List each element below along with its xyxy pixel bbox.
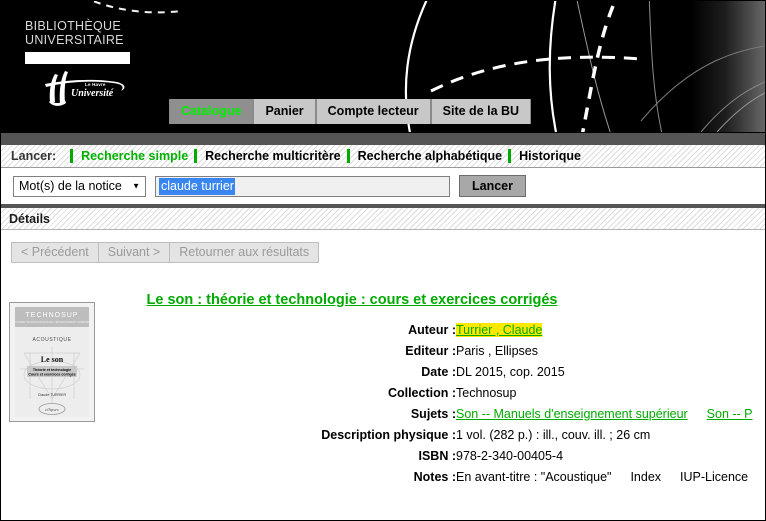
field-label-notes: Notes :	[413, 470, 456, 484]
field-row-sujets: Sujets : Son -- Manuels d'enseignement s…	[1, 404, 765, 425]
lancer-label: Lancer:	[11, 149, 57, 163]
svg-text:Le son: Le son	[41, 355, 64, 364]
author-link[interactable]: Turrier , Claude	[456, 323, 543, 337]
tab-site-bu[interactable]: Site de la BU	[430, 99, 532, 124]
field-row-date: Date : DL 2015, cop. 2015	[1, 362, 765, 383]
site-header: BIBLIOTHÈQUE UNIVERSITAIRE Le Havre Univ…	[1, 1, 765, 132]
field-value-isbn: 978-2-340-00405-4	[456, 449, 564, 463]
nav-wrap-historique: Historique	[508, 149, 581, 163]
details-title: Détails	[9, 211, 50, 226]
previous-button[interactable]: < Précédent	[11, 241, 99, 263]
chevron-down-icon: ▼	[132, 181, 140, 191]
record-detail: Le son : théorie et technologie : cours …	[1, 274, 765, 488]
details-section-header: Détails	[1, 208, 765, 230]
field-value-date: DL 2015, cop. 2015	[456, 365, 565, 379]
separator-bar-icon	[194, 149, 198, 163]
nav-wrap-recherche-multicritere: Recherche multicritère	[194, 149, 341, 163]
svg-text:LA FILIERE TECHNOLOGIQUE DE L': LA FILIERE TECHNOLOGIQUE DE L'ENSEIGNEME…	[12, 320, 93, 324]
note-3: IUP-Licence	[680, 470, 749, 484]
nav-wrap-recherche-simple: Recherche simple	[70, 149, 188, 163]
field-value-description-physique: 1 vol. (282 p.) : ill., couv. ill. ; 26 …	[456, 428, 651, 442]
separator-bar-icon	[508, 149, 512, 163]
search-field-select-value: Mot(s) de la notice	[19, 179, 122, 193]
search-mode-links: Recherche simple Recherche multicritère …	[70, 149, 587, 163]
logo-white-bar	[25, 52, 130, 64]
field-row-notes: Notes : En avant-titre : "Acoustique" In…	[1, 467, 765, 488]
svg-text:Cours et exercices corrigés: Cours et exercices corrigés	[28, 373, 75, 377]
record-title-link[interactable]: Le son : théorie et technologie : cours …	[1, 292, 765, 308]
field-row-isbn: ISBN : 978-2-340-00405-4	[1, 446, 765, 467]
field-row-editeur: Editeur : Paris , Ellipses	[1, 341, 765, 362]
logo-universite-text: Université	[71, 88, 114, 99]
subject-link-1[interactable]: Son -- Manuels d'enseignement supérieur	[456, 407, 688, 421]
logo-line-2: UNIVERSITAIRE	[25, 33, 124, 47]
nav-recherche-multicritere[interactable]: Recherche multicritère	[205, 149, 340, 163]
book-cover-thumbnail[interactable]: TECHNOSUP LA FILIERE TECHNOLOGIQUE DE L'…	[9, 302, 95, 422]
search-submit-button[interactable]: Lancer	[459, 175, 526, 197]
nav-recherche-simple[interactable]: Recherche simple	[81, 149, 188, 163]
search-form: Mot(s) de la notice ▼ claude turrier Lan…	[1, 168, 765, 208]
university-emblem: Le Havre Université	[25, 68, 140, 110]
tab-compte-lecteur[interactable]: Compte lecteur	[315, 99, 431, 124]
svg-text:Claude TURRIER: Claude TURRIER	[38, 393, 67, 397]
library-logo: BIBLIOTHÈQUE UNIVERSITAIRE Le Havre Univ…	[25, 19, 143, 110]
field-row-collection: Collection : Technosup	[1, 383, 765, 404]
next-button[interactable]: Suivant >	[97, 241, 171, 263]
nav-recherche-alphabetique[interactable]: Recherche alphabétique	[358, 149, 503, 163]
tab-panier[interactable]: Panier	[253, 99, 316, 124]
record-navigation-buttons: < Précédent Suivant > Retourner aux résu…	[1, 230, 765, 274]
svg-text:ellipses: ellipses	[45, 407, 59, 412]
subject-link-2[interactable]: Son -- P	[707, 407, 753, 421]
field-value-notes: En avant-titre : "Acoustique" Index IUP-…	[456, 467, 765, 488]
note-1: En avant-titre : "Acoustique"	[456, 470, 612, 484]
book-cover-image: TECHNOSUP LA FILIERE TECHNOLOGIQUE DE L'…	[10, 303, 94, 421]
logo-le-havre-text: Le Havre	[85, 82, 106, 87]
back-to-results-button[interactable]: Retourner aux résultats	[169, 241, 320, 263]
page-root: BIBLIOTHÈQUE UNIVERSITAIRE Le Havre Univ…	[0, 0, 766, 521]
main-tabs: Catalogue Panier Compte lecteur Site de …	[169, 99, 532, 124]
record-fields-table: Auteur : Turrier , Claude Editeur : Pari…	[1, 320, 765, 488]
svg-text:Théorie et technologie: Théorie et technologie	[33, 368, 71, 372]
field-value-editeur: Paris , Ellipses	[456, 344, 538, 358]
field-row-description: Description physique : 1 vol. (282 p.) :…	[1, 425, 765, 446]
field-label-description-physique: Description physique :	[321, 428, 456, 442]
svg-text:ACOUSTIQUE: ACOUSTIQUE	[32, 337, 71, 343]
separator-bar-icon	[70, 149, 74, 163]
field-value-collection: Technosup	[456, 386, 517, 400]
search-input-value: claude turrier	[159, 177, 235, 195]
field-label-isbn: ISBN :	[418, 449, 457, 463]
search-field-select[interactable]: Mot(s) de la notice ▼	[13, 175, 146, 197]
nav-historique[interactable]: Historique	[519, 149, 581, 163]
nav-wrap-recherche-alphabetique: Recherche alphabétique	[346, 149, 503, 163]
field-value-auteur: Turrier , Claude	[456, 320, 765, 341]
note-2: Index	[630, 470, 662, 484]
search-input[interactable]: claude turrier	[155, 175, 450, 197]
svg-text:TECHNOSUP: TECHNOSUP	[26, 312, 79, 319]
field-value-sujets: Son -- Manuels d'enseignement supérieur …	[456, 404, 765, 425]
logo-line-1: BIBLIOTHÈQUE	[25, 19, 121, 33]
field-row-auteur: Auteur : Turrier , Claude	[1, 320, 765, 341]
tab-catalogue[interactable]: Catalogue	[169, 99, 254, 124]
header-gray-strip	[1, 132, 765, 145]
separator-bar-icon	[346, 149, 350, 163]
search-mode-bar: Lancer: Recherche simple Recherche multi…	[1, 145, 765, 168]
